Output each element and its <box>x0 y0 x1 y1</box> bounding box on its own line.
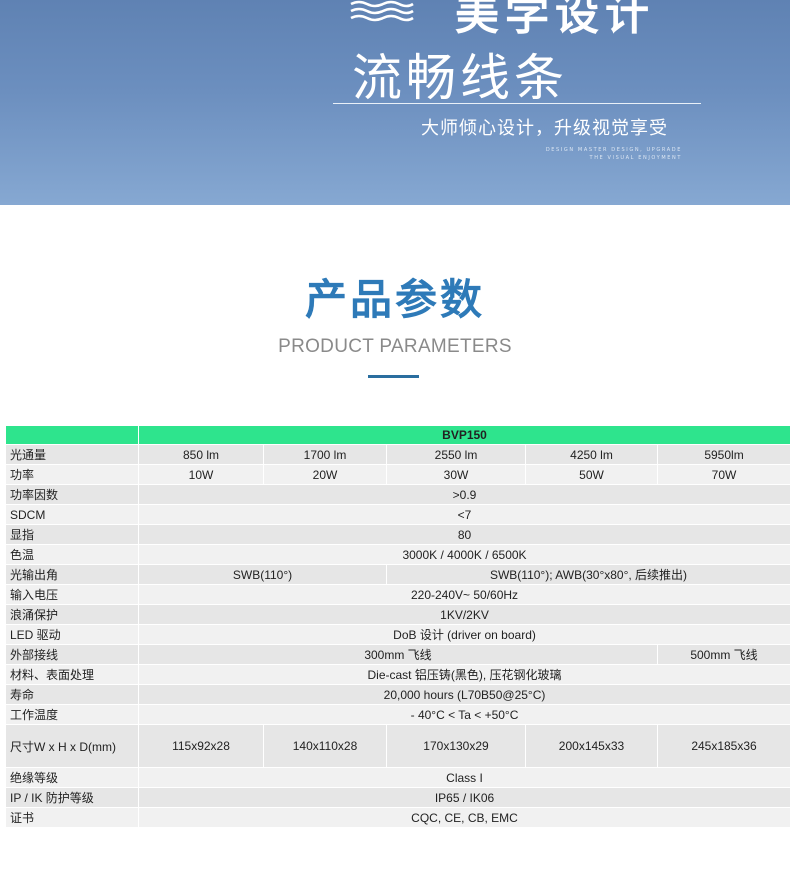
row-label: 光输出角 <box>5 564 139 585</box>
table-cell: Die-cast 铝压铸(黑色), 压花钢化玻璃 <box>137 664 790 685</box>
section-title: 产品参数 <box>304 275 485 324</box>
table-row-driver: LED 驱动 DoB 设计 (driver on board) <box>5 624 790 645</box>
table-cell: - 40°C < Ta < +50°C <box>137 704 790 725</box>
table-cell: 140x110x28 <box>263 724 387 768</box>
table-cell: 20,000 hours (L70B50@25°C) <box>137 684 790 705</box>
table-row-power: 功率 10W 20W 30W 50W 70W <box>5 464 790 485</box>
section-subtitle: PRODUCT PARAMETERS <box>278 336 512 357</box>
table-cell: 850 lm <box>138 444 264 465</box>
table-row-flux: 光通量 850 lm 1700 lm 2550 lm 4250 lm 5950l… <box>5 444 790 465</box>
table-row-voltage: 输入电压 220-240V~ 50/60Hz <box>5 584 790 605</box>
table-cell: 20W <box>263 464 387 485</box>
table-cell: DoB 设计 (driver on board) <box>137 624 790 645</box>
banner-divider <box>333 103 701 104</box>
table-row-temperature: 工作温度 - 40°C < Ta < +50°C <box>5 704 790 725</box>
table-cell: 500mm 飞线 <box>656 644 790 665</box>
table-header-row: BVP150 <box>5 425 790 445</box>
row-label: 功率因数 <box>5 484 139 505</box>
banner-english-line-2: THE VISUAL ENJOYMENT <box>589 155 682 161</box>
banner-title: 流畅线条 <box>352 49 568 107</box>
table-row-lifetime: 寿命 20,000 hours (L70B50@25°C) <box>5 684 790 705</box>
table-cell: 170x130x29 <box>386 724 526 768</box>
table-cell: 70W <box>656 464 790 485</box>
table-cell: CQC, CE, CB, EMC <box>137 807 790 828</box>
table-row-power-factor: 功率因数 >0.9 <box>5 484 790 505</box>
row-label: 显指 <box>5 524 139 545</box>
table-cell: SWB(110°) <box>138 564 387 585</box>
table-row-wiring: 外部接线 300mm 飞线 500mm 飞线 <box>5 644 790 665</box>
table-row-cri: 显指 80 <box>5 524 790 545</box>
row-label: 外部接线 <box>5 644 139 665</box>
model-name: BVP150 <box>137 425 790 445</box>
table-cell: Class I <box>137 767 790 788</box>
table-cell: IP65 / IK06 <box>137 787 790 808</box>
table-row-certificate: 证书 CQC, CE, CB, EMC <box>5 807 790 828</box>
row-label: 浪涌保护 <box>5 604 139 625</box>
table-row-material: 材料、表面处理 Die-cast 铝压铸(黑色), 压花钢化玻璃 <box>5 664 790 685</box>
parameter-table: BVP150 光通量 850 lm 1700 lm 2550 lm 4250 l… <box>5 425 790 828</box>
table-row-ip-rating: IP / IK 防护等级 IP65 / IK06 <box>5 787 790 808</box>
header-blank-cell <box>5 425 139 445</box>
table-cell: 50W <box>525 464 658 485</box>
table-cell: 2550 lm <box>386 444 526 465</box>
table-row-cct: 色温 3000K / 4000K / 6500K <box>5 544 790 565</box>
row-label: 证书 <box>5 807 139 828</box>
banner-subtitle: 大师倾心设计，升级视觉享受 <box>421 118 668 139</box>
table-cell: 30W <box>386 464 526 485</box>
banner-heading: 美学设计 <box>455 0 655 40</box>
hero-banner: 美学设计 流畅线条 大师倾心设计，升级视觉享受 DESIGN MASTER DE… <box>0 0 790 205</box>
table-cell: >0.9 <box>137 484 790 505</box>
table-cell: 5950lm <box>656 444 790 465</box>
row-label: 功率 <box>5 464 139 485</box>
table-row-beam-angle: 光输出角 SWB(110°) SWB(110°); AWB(30°x80°, 后… <box>5 564 790 585</box>
table-row-surge: 浪涌保护 1KV/2KV <box>5 604 790 625</box>
row-label: 光通量 <box>5 444 139 465</box>
table-cell: 10W <box>138 464 264 485</box>
table-cell: <7 <box>137 504 790 525</box>
row-label: LED 驱动 <box>5 624 139 645</box>
banner-english-line-1: DESIGN MASTER DESIGN, UPGRADE <box>545 147 682 153</box>
table-cell: 200x145x33 <box>525 724 658 768</box>
row-label: 材料、表面处理 <box>5 664 139 685</box>
table-cell: 4250 lm <box>525 444 658 465</box>
row-label: IP / IK 防护等级 <box>5 787 139 808</box>
table-row-sdcm: SDCM <7 <box>5 504 790 525</box>
row-label: 输入电压 <box>5 584 139 605</box>
table-cell: 115x92x28 <box>138 724 264 768</box>
table-cell: 3000K / 4000K / 6500K <box>137 544 790 565</box>
row-label: 工作温度 <box>5 704 139 725</box>
table-cell: 245x185x36 <box>656 724 790 768</box>
table-row-insulation: 绝缘等级 Class I <box>5 767 790 788</box>
row-label: 色温 <box>5 544 139 565</box>
row-label: 寿命 <box>5 684 139 705</box>
row-label: SDCM <box>5 504 139 525</box>
table-cell: 1700 lm <box>263 444 387 465</box>
table-cell: 300mm 飞线 <box>138 644 658 665</box>
table-cell: SWB(110°); AWB(30°x80°, 后续推出) <box>385 564 790 585</box>
row-label: 绝缘等级 <box>5 767 139 788</box>
table-cell: 1KV/2KV <box>137 604 790 625</box>
row-label: 尺寸W x H x D(mm) <box>5 724 139 768</box>
wave-icon <box>350 0 414 22</box>
table-cell: 220-240V~ 50/60Hz <box>137 584 790 605</box>
table-cell: 80 <box>137 524 790 545</box>
table-row-size: 尺寸W x H x D(mm) 115x92x28 140x110x28 170… <box>5 724 790 768</box>
section-underline <box>368 375 419 378</box>
